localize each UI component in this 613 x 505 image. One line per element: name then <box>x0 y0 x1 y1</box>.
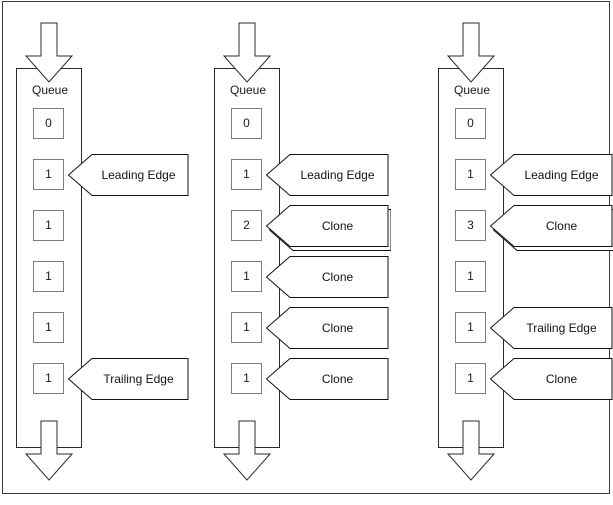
queue-cell[interactable]: 1 <box>455 363 486 394</box>
queue-cell[interactable]: 1 <box>33 210 64 241</box>
queue-column-1: Leading Edge Trailing Edge Queue 0 1 1 1 1 1 <box>0 0 200 505</box>
outflow-down-arrow-icon <box>223 420 271 482</box>
queue-cell[interactable]: 1 <box>231 363 262 394</box>
queue-cell[interactable]: 1 <box>33 363 64 394</box>
callout-clone[interactable]: Clone <box>490 204 613 251</box>
callout-leading-edge[interactable]: Leading Edge <box>490 153 613 196</box>
outflow-down-arrow-icon <box>447 420 495 482</box>
inflow-down-arrow-icon <box>447 22 495 84</box>
outflow-down-arrow-icon <box>25 420 73 482</box>
queue-label: Queue <box>229 83 267 97</box>
queue-cell[interactable]: 0 <box>231 108 262 139</box>
callout-leading-edge[interactable]: Leading Edge <box>266 153 391 196</box>
queue-column-3: Leading Edge Clone Trailing Edge Clone Queue… <box>422 0 613 505</box>
queue-cell[interactable]: 1 <box>33 261 64 292</box>
callout-leading-edge[interactable]: Leading Edge <box>68 153 191 196</box>
callout-clone[interactable]: Clone <box>490 357 613 400</box>
queue-label: Queue <box>31 83 69 97</box>
callout-clone[interactable]: Clone <box>266 357 391 400</box>
callout-clone[interactable]: Clone <box>266 306 391 349</box>
queue-cell[interactable]: 1 <box>33 312 64 343</box>
queue-label: Queue <box>453 83 491 97</box>
callout-trailing-edge[interactable]: Trailing Edge <box>490 306 613 349</box>
queue-column-2: Leading Edge Clone Clone Clone Clone Queue 0 1 2… <box>198 0 398 505</box>
callout-trailing-edge[interactable]: Trailing Edge <box>68 357 191 400</box>
inflow-down-arrow-icon <box>25 22 73 84</box>
queue-cell[interactable]: 0 <box>455 108 486 139</box>
inflow-down-arrow-icon <box>223 22 271 84</box>
queue-cell[interactable]: 1 <box>455 312 486 343</box>
queue-cell[interactable]: 3 <box>455 210 486 241</box>
callout-clone[interactable]: Clone <box>266 204 391 251</box>
queue-cell[interactable]: 1 <box>455 261 486 292</box>
queue-cell[interactable]: 1 <box>231 261 262 292</box>
queue-cell[interactable]: 1 <box>455 159 486 190</box>
queue-cell[interactable]: 0 <box>33 108 64 139</box>
queue-cell[interactable]: 1 <box>33 159 64 190</box>
diagram-canvas: Leading Edge Trailing Edge Queue 0 1 1 1 1 1 Lead… <box>0 0 613 505</box>
callout-clone[interactable]: Clone <box>266 255 391 298</box>
queue-cell[interactable]: 1 <box>231 312 262 343</box>
queue-cell[interactable]: 2 <box>231 210 262 241</box>
queue-cell[interactable]: 1 <box>231 159 262 190</box>
